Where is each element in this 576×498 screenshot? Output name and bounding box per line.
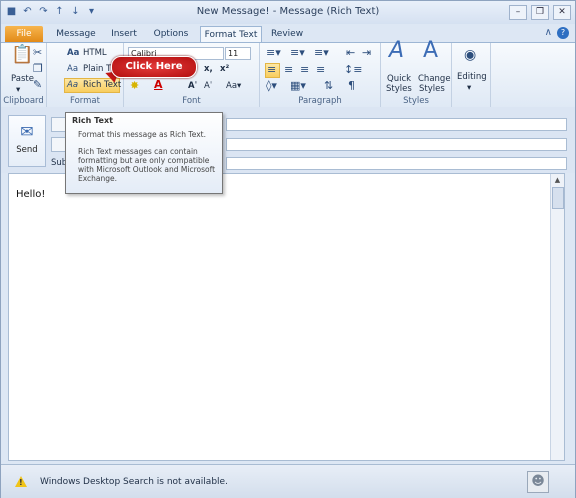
- tab-file[interactable]: File: [5, 26, 43, 42]
- window-title: New Message! - Message (Rich Text): [196, 6, 380, 17]
- cut-icon[interactable]: ✂: [33, 47, 42, 59]
- to-field[interactable]: [226, 118, 567, 131]
- change-styles-icon[interactable]: A: [423, 40, 438, 62]
- paste-button[interactable]: Paste: [11, 74, 34, 84]
- html-icon: Aa: [67, 48, 80, 58]
- binoculars-icon[interactable]: ◉: [464, 48, 476, 62]
- warning-mark: !: [19, 478, 23, 487]
- tab-review[interactable]: Review: [266, 26, 308, 42]
- change-case-icon[interactable]: Aa▾: [226, 81, 241, 91]
- message-body-text: Hello!: [16, 189, 46, 200]
- window-controls: – ❐ ✕: [509, 5, 571, 20]
- html-format-button[interactable]: HTML: [83, 48, 107, 58]
- format-group-label: Format: [70, 96, 100, 106]
- paste-dropdown-icon[interactable]: ▾: [16, 85, 20, 95]
- tab-options[interactable]: Options: [149, 26, 193, 42]
- shrink-font-icon[interactable]: Aˈ: [204, 81, 212, 91]
- line-spacing-icon[interactable]: ↕≡: [344, 64, 362, 76]
- status-bar: ! Windows Desktop Search is not availabl…: [1, 464, 575, 498]
- styles-group-label: Styles: [403, 96, 429, 106]
- increase-indent-icon[interactable]: ⇥: [362, 47, 371, 59]
- paragraph-group-label: Paragraph: [298, 96, 342, 106]
- paste-icon[interactable]: 📋: [11, 46, 33, 64]
- scroll-thumb[interactable]: [552, 187, 564, 209]
- message-body[interactable]: Hello! ▲: [8, 173, 565, 461]
- strikethrough-icon[interactable]: x,: [204, 64, 213, 74]
- highlight-color-icon[interactable]: ✸: [130, 80, 139, 92]
- clipboard-group-label: Clipboard: [3, 96, 44, 106]
- ribbon-help-area: ∧ ?: [545, 27, 569, 39]
- align-center-icon[interactable]: ≡: [284, 64, 293, 76]
- editing-dropdown-icon[interactable]: ▾: [467, 83, 471, 93]
- copy-icon[interactable]: ❐: [33, 63, 43, 75]
- change-styles-label-2: Styles: [419, 84, 445, 94]
- restore-button[interactable]: ❐: [531, 5, 549, 20]
- title-bar: ■ ↶ ↷ ↑ ↓ ▾ New Message! - Message (Rich…: [1, 1, 575, 24]
- tooltip-line-2: Rich Text messages can contain formattin…: [78, 147, 216, 183]
- rich-text-tooltip: Rich Text Format this message as Rich Te…: [65, 112, 223, 194]
- rich-text-icon: Aa: [67, 80, 79, 90]
- format-painter-icon[interactable]: ✎: [33, 79, 42, 91]
- font-group-label: Font: [182, 96, 201, 106]
- borders-icon[interactable]: ▦▾: [290, 80, 306, 92]
- send-label: Send: [16, 145, 38, 155]
- ribbon-collapse-icon[interactable]: ∧: [545, 27, 552, 39]
- sort-icon[interactable]: ⇅: [324, 80, 333, 92]
- people-pane-icon[interactable]: ☻: [527, 471, 549, 493]
- decrease-indent-icon[interactable]: ⇤: [346, 47, 355, 59]
- cc-field[interactable]: [226, 138, 567, 151]
- tooltip-line-1: Format this message as Rich Text.: [78, 130, 206, 139]
- bullets-icon[interactable]: ≡▾: [266, 47, 281, 59]
- clipboard-group: 📋 Paste ▾ ✂ ❐ ✎ Clipboard: [1, 43, 47, 107]
- ribbon: 📋 Paste ▾ ✂ ❐ ✎ Clipboard Aa HTML Aa Pla…: [1, 40, 575, 108]
- font-color-icon[interactable]: A: [154, 79, 163, 91]
- subject-field[interactable]: [226, 157, 567, 170]
- multilevel-list-icon[interactable]: ≡▾: [314, 47, 329, 59]
- align-left-icon: ≡: [267, 63, 277, 76]
- send-button[interactable]: ✉ Send: [8, 115, 46, 167]
- editing-group: ◉ Editing ▾: [452, 43, 491, 107]
- styles-group: A Quick Styles A Change Styles Styles: [381, 40, 452, 107]
- quick-styles-label-2: Styles: [386, 84, 412, 94]
- paragraph-group: ≡▾ ≡▾ ≡▾ ⇤ ⇥ ≡ ≡ ≡ ≡ ↕≡ ◊▾ ▦▾ ⇅ ¶ Paragr…: [260, 43, 381, 107]
- tab-format-text[interactable]: Format Text: [200, 26, 262, 43]
- outlook-message-window: ■ ↶ ↷ ↑ ↓ ▾ New Message! - Message (Rich…: [0, 0, 576, 498]
- font-size-select[interactable]: 11: [225, 47, 251, 60]
- align-right-icon[interactable]: ≡: [300, 64, 309, 76]
- click-here-callout: Click Here: [111, 56, 197, 78]
- superscript-icon[interactable]: x²: [220, 64, 229, 74]
- tooltip-title: Rich Text: [72, 116, 113, 125]
- tab-message[interactable]: Message: [53, 26, 99, 42]
- vertical-scrollbar[interactable]: ▲: [550, 174, 564, 460]
- quick-styles-button[interactable]: Quick: [387, 74, 411, 84]
- grow-font-icon[interactable]: Aˈ: [188, 81, 197, 91]
- status-text: Windows Desktop Search is not available.: [40, 477, 228, 487]
- justify-icon[interactable]: ≡: [316, 64, 325, 76]
- tab-insert[interactable]: Insert: [105, 26, 143, 42]
- editing-button[interactable]: Editing: [457, 72, 487, 82]
- send-envelope-icon: ✉: [20, 122, 34, 141]
- show-marks-icon[interactable]: ¶: [348, 80, 355, 92]
- help-icon[interactable]: ?: [557, 27, 569, 39]
- minimize-button[interactable]: –: [509, 5, 527, 20]
- scroll-up-icon[interactable]: ▲: [551, 174, 564, 187]
- plain-text-icon: Aa: [67, 64, 79, 74]
- change-styles-button[interactable]: Change: [418, 74, 451, 84]
- quick-styles-icon[interactable]: A: [389, 40, 404, 62]
- numbering-icon[interactable]: ≡▾: [290, 47, 305, 59]
- ribbon-tabs: File Message Insert Options Format Text …: [1, 24, 575, 43]
- rich-text-label: Rich Text: [83, 80, 122, 90]
- shading-icon[interactable]: ◊▾: [266, 80, 277, 92]
- close-button[interactable]: ✕: [553, 5, 571, 20]
